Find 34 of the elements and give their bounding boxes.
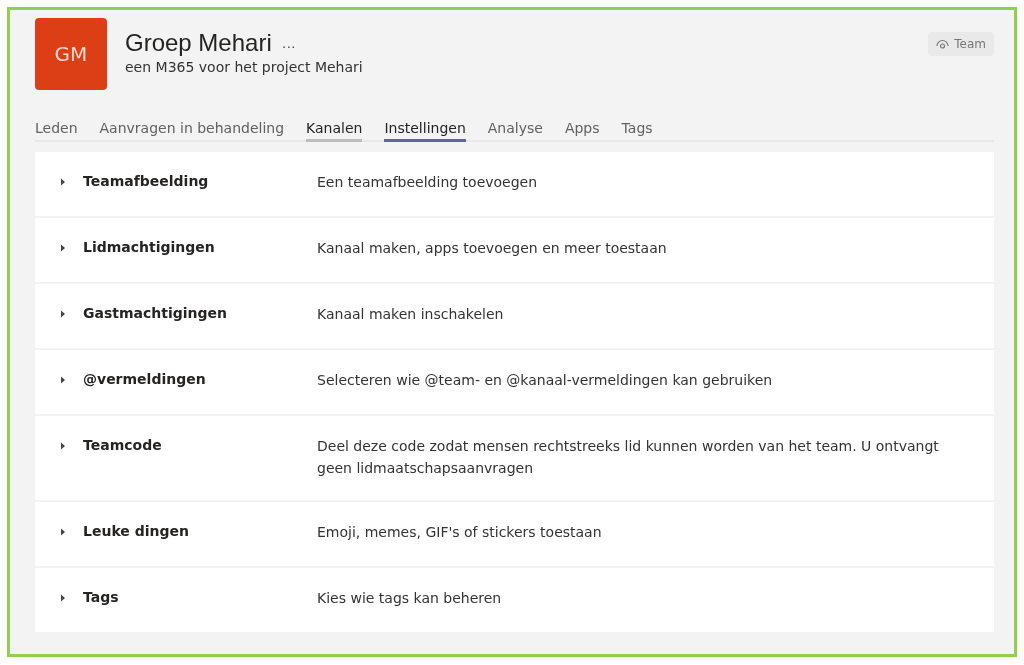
setting-title: @vermeldingen xyxy=(83,371,207,387)
setting-title: Teamcode xyxy=(83,437,163,453)
settings-row[interactable]: Teamcode Deel deze code zodat mensen rechtstreeks lid kunnen worden van het team. U ontvangt geen lidmaatschapsaanvragen xyxy=(35,416,994,500)
setting-description: Emoji, memes, GIF's of stickers toestaan xyxy=(317,523,602,542)
setting-description: Kanaal maken, apps toevoegen en meer toestaan xyxy=(317,239,667,258)
settings-row[interactable]: Teamafbeelding Een teamafbeelding toevoegen xyxy=(35,152,994,216)
setting-title: Tags xyxy=(83,589,120,605)
tab[interactable]: Kanalen xyxy=(306,120,363,142)
team-avatar: GM xyxy=(35,18,107,90)
setting-description: Kies wie tags kan beheren xyxy=(317,589,502,608)
badge-label: Team xyxy=(954,37,986,51)
setting-title: Lidmachtigingen xyxy=(83,239,216,255)
setting-description: Kanaal maken inschakelen xyxy=(317,305,504,324)
settings-row[interactable]: Leuke dingen Emoji, memes, GIF's of stickers toestaan xyxy=(35,502,994,566)
tab[interactable]: Analyse xyxy=(487,120,543,142)
settings-row[interactable]: Lidmachtigingen Kanaal maken, apps toevoegen en meer toestaan xyxy=(35,218,994,282)
setting-description: Deel deze code zodat mensen rechtstreeks lid kunnen worden van het team. U ontvangt geen lidmaatschapsaanvragen xyxy=(317,437,940,478)
team-description: een M365 voor het project Mehari xyxy=(125,59,364,75)
more-options-button[interactable]: ··· xyxy=(281,38,296,54)
setting-description: Selecteren wie @team- en @kanaal-vermeldingen kan gebruiken xyxy=(317,371,773,390)
setting-title: Leuke dingen xyxy=(83,523,190,539)
tab[interactable]: Leden xyxy=(35,120,78,142)
team-name: Groep Mehari xyxy=(125,29,272,57)
tab[interactable]: Apps xyxy=(564,120,600,142)
setting-title: Gastmachtigingen xyxy=(83,305,229,321)
tab[interactable]: Tags xyxy=(621,120,653,142)
eye-icon xyxy=(936,39,950,49)
setting-title: Teamafbeelding xyxy=(83,173,210,189)
settings-row[interactable]: Gastmachtigingen Kanaal maken inschakelen xyxy=(35,284,994,348)
tab[interactable]: Instellingen xyxy=(384,120,466,142)
settings-row[interactable]: @vermeldingen Selecteren wie @team- en @kanaal-vermeldingen kan gebruiken xyxy=(35,350,994,414)
setting-description: Een teamafbeelding toevoegen xyxy=(317,173,538,192)
tab[interactable]: Aanvragen in behandeling xyxy=(99,120,285,142)
settings-row[interactable]: Tags Kies wie tags kan beheren xyxy=(35,568,994,632)
